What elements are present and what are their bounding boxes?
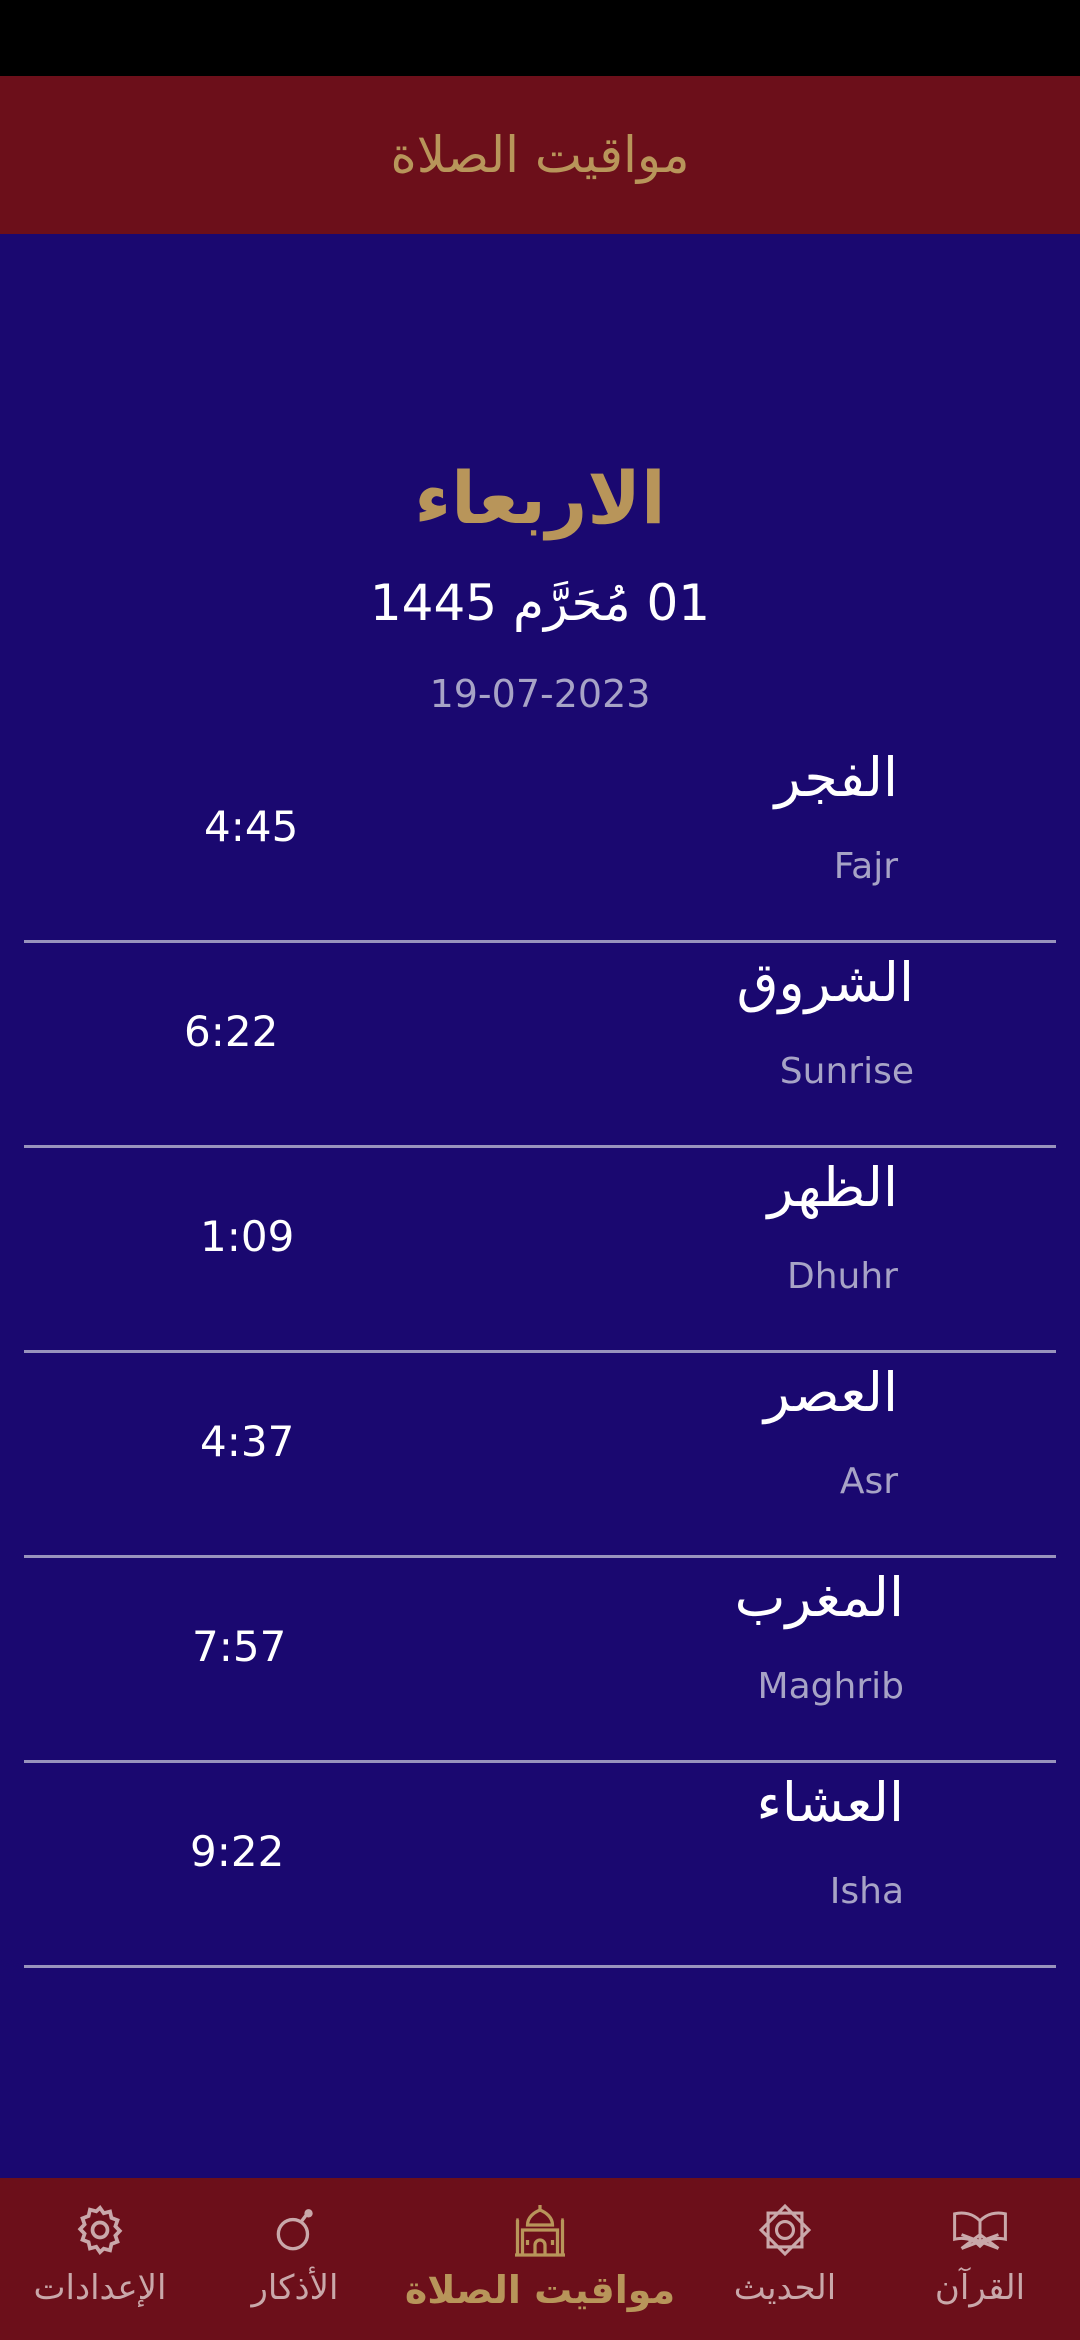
prayer-time: 4:37: [200, 1417, 295, 1466]
prayer-name-english: Sunrise: [779, 1051, 914, 1092]
prayer-name-english: Asr: [839, 1461, 898, 1502]
nav-item-quran[interactable]: القرآن: [890, 2178, 1070, 2340]
day-name: الاربعاء: [414, 456, 666, 540]
bottom-navigation: الإعدادات الأذكار مواقيت الصلاة الحديث ا…: [0, 2178, 1080, 2340]
prayer-beads-icon: [265, 2200, 325, 2260]
nav-label: الإعدادات: [33, 2268, 167, 2308]
prayer-row-isha: العشاء Isha 9:22: [24, 1763, 1056, 1968]
prayer-time: 6:22: [184, 1007, 279, 1056]
prayer-name-arabic: الشروق: [736, 951, 914, 1014]
nav-label: القرآن: [934, 2268, 1026, 2308]
nav-item-hadith[interactable]: الحديث: [700, 2178, 870, 2340]
nav-item-settings[interactable]: الإعدادات: [10, 2178, 190, 2340]
nav-item-adhkar[interactable]: الأذكار: [210, 2178, 380, 2340]
nav-item-prayer-times[interactable]: مواقيت الصلاة: [400, 2178, 680, 2340]
prayer-time: 7:57: [192, 1622, 287, 1671]
gregorian-date: 19-07-2023: [429, 672, 651, 716]
star-octagon-icon: [755, 2200, 815, 2260]
app-bar: مواقيت الصلاة: [0, 76, 1080, 234]
hijri-date: 01 مُحَرَّم 1445: [369, 574, 711, 632]
gear-icon: [70, 2200, 130, 2260]
prayer-name-english: Isha: [829, 1871, 904, 1912]
main-content: الاربعاء 01 مُحَرَّم 1445 19-07-2023 الف…: [0, 234, 1080, 2178]
nav-label: مواقيت الصلاة: [404, 2268, 676, 2312]
prayer-time: 4:45: [204, 802, 299, 851]
nav-label: الأذكار: [251, 2268, 339, 2308]
prayer-time: 1:09: [200, 1212, 295, 1261]
prayer-name-english: Fajr: [833, 846, 898, 887]
prayer-row-dhuhr: الظهر Dhuhr 1:09: [24, 1148, 1056, 1353]
quran-book-icon: [950, 2200, 1010, 2260]
prayer-name-arabic: الفجر: [774, 746, 898, 809]
prayer-row-sunrise: الشروق Sunrise 6:22: [24, 943, 1056, 1148]
prayer-name-arabic: العصر: [763, 1361, 898, 1424]
page-title: مواقيت الصلاة: [390, 126, 690, 184]
prayer-row-asr: العصر Asr 4:37: [24, 1353, 1056, 1558]
status-bar: [0, 0, 1080, 76]
prayer-name-english: Dhuhr: [787, 1256, 898, 1297]
prayer-name-arabic: العشاء: [756, 1771, 904, 1834]
prayer-time: 9:22: [190, 1827, 285, 1876]
prayer-name-arabic: المغرب: [734, 1566, 904, 1629]
prayer-row-fajr: الفجر Fajr 4:45: [24, 738, 1056, 943]
prayer-row-maghrib: المغرب Maghrib 7:57: [24, 1558, 1056, 1763]
prayer-list: الفجر Fajr 4:45 الشروق Sunrise 6:22 الظه…: [24, 738, 1056, 1968]
prayer-name-english: Maghrib: [757, 1666, 904, 1707]
prayer-name-arabic: الظهر: [767, 1156, 898, 1219]
nav-label: الحديث: [733, 2268, 837, 2308]
mosque-icon: [510, 2200, 570, 2260]
